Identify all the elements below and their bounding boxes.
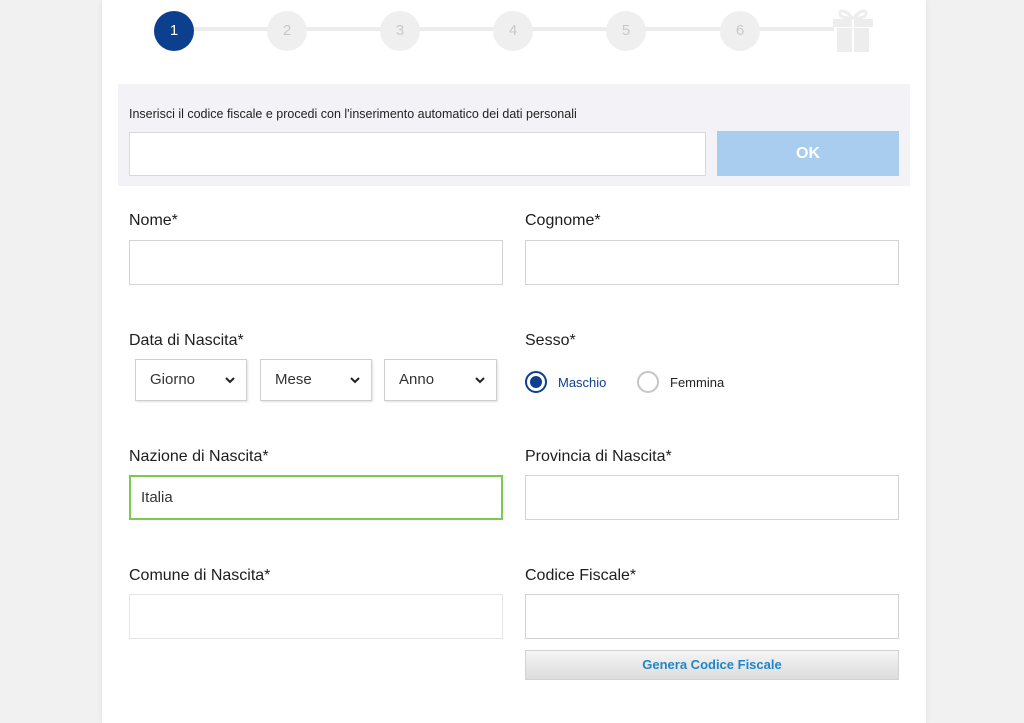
- anno-select[interactable]: Anno: [384, 359, 497, 401]
- maschio-label[interactable]: Maschio: [558, 375, 606, 390]
- cognome-label: Cognome*: [525, 212, 601, 229]
- mese-value: Mese: [275, 371, 312, 388]
- step-2: 2: [267, 11, 307, 51]
- radio-selected-dot: [530, 376, 542, 388]
- femmina-radio[interactable]: [637, 371, 659, 393]
- codice-fiscale-field[interactable]: [525, 594, 899, 639]
- anno-value: Anno: [399, 371, 435, 388]
- genera-codice-fiscale-button[interactable]: Genera Codice Fiscale: [525, 650, 899, 680]
- comune-label: Comune di Nascita*: [129, 567, 271, 584]
- comune-field[interactable]: [129, 594, 503, 639]
- cf-lookup-label: Inserisci il codice fiscale e procedi co…: [129, 107, 577, 121]
- nazione-field[interactable]: Italia: [129, 475, 503, 520]
- mese-select[interactable]: Mese: [260, 359, 372, 401]
- giorno-select[interactable]: Giorno: [135, 359, 247, 401]
- provincia-field[interactable]: [525, 475, 899, 520]
- nazione-label: Nazione di Nascita*: [129, 448, 269, 465]
- step-6: 6: [720, 11, 760, 51]
- chevron-down-icon: [350, 377, 360, 384]
- sesso-label: Sesso*: [525, 332, 576, 349]
- step-3: 3: [380, 11, 420, 51]
- step-1: 1: [154, 11, 194, 51]
- femmina-label[interactable]: Femmina: [670, 375, 724, 390]
- ok-button[interactable]: OK: [717, 131, 899, 176]
- step-5: 5: [606, 11, 646, 51]
- nome-field[interactable]: [129, 240, 503, 285]
- nome-label: Nome*: [129, 212, 178, 229]
- progress-stepper: 1 2 3 4 5 6: [102, 0, 926, 60]
- chevron-down-icon: [475, 377, 485, 384]
- codice-fiscale-label: Codice Fiscale*: [525, 567, 637, 584]
- giorno-value: Giorno: [150, 371, 196, 388]
- cf-lookup-input[interactable]: [129, 132, 706, 176]
- gift-icon: [831, 6, 875, 52]
- cognome-field[interactable]: [525, 240, 899, 285]
- registration-card: 1 2 3 4 5 6 Inserisci il codice fiscale …: [102, 0, 926, 723]
- provincia-label: Provincia di Nascita*: [525, 448, 672, 465]
- cf-lookup-panel: Inserisci il codice fiscale e procedi co…: [118, 84, 910, 186]
- maschio-radio[interactable]: [525, 371, 547, 393]
- data-nascita-label: Data di Nascita*: [129, 332, 244, 349]
- step-4: 4: [493, 11, 533, 51]
- chevron-down-icon: [225, 377, 235, 384]
